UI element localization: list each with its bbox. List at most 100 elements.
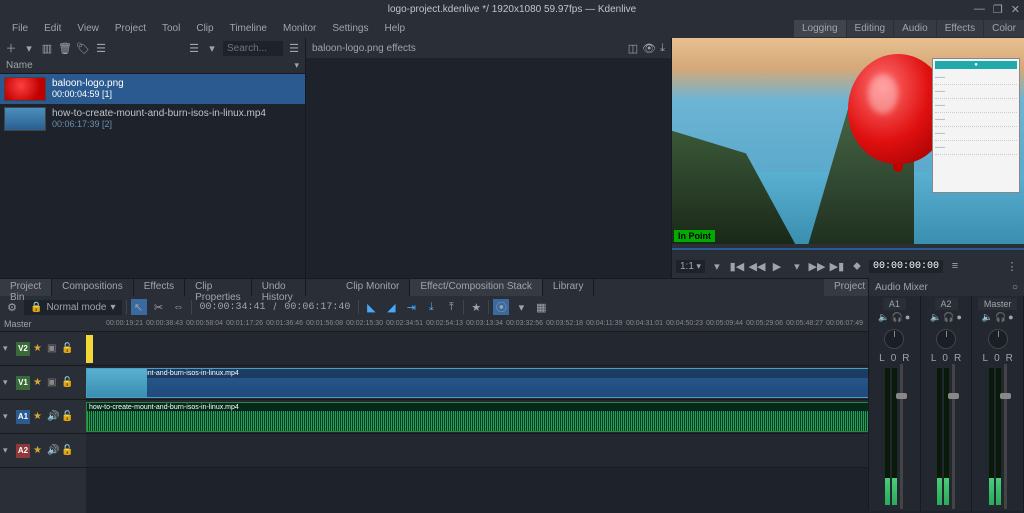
bin-item-balloon[interactable]: baloon-logo.png 00:00:04:59 [1] — [0, 74, 305, 104]
pan-knob[interactable] — [988, 329, 1008, 349]
preview-dropdown-icon[interactable]: ▾ — [513, 299, 529, 315]
track-header-a1[interactable]: ▾ A1 ★ 🔊 🔓 — [0, 400, 86, 434]
volume-fader[interactable] — [952, 364, 955, 509]
expand-icon[interactable]: ▾ — [3, 343, 13, 354]
tab-compositions[interactable]: Compositions — [52, 279, 134, 296]
tag-icon[interactable]: 🏷 — [76, 41, 90, 55]
volume-fader[interactable] — [1004, 364, 1007, 509]
show-audio-icon[interactable]: ▦ — [533, 299, 549, 315]
lock-icon[interactable]: 🔓 — [61, 445, 72, 456]
record-icon[interactable]: ● — [957, 312, 962, 323]
split-view-icon[interactable]: ◫ — [628, 42, 638, 55]
mute-icon[interactable]: 🔈 — [982, 312, 993, 323]
solo-icon[interactable]: 🎧 — [943, 312, 954, 323]
mute-icon[interactable]: ▣ — [47, 343, 58, 354]
monitor-options-icon[interactable]: ⋮ — [1004, 258, 1020, 274]
overwrite-icon[interactable]: ⇥ — [403, 299, 419, 315]
tab-effects[interactable]: Effects — [134, 279, 185, 296]
play-icon[interactable]: ▶ — [769, 258, 785, 274]
monitor-timecode[interactable]: 00:00:00:00 — [869, 260, 943, 273]
favorite-icon[interactable]: ★ — [468, 299, 484, 315]
menu-monitor[interactable]: Monitor — [275, 21, 324, 36]
razor-tool-icon[interactable]: ✂ — [151, 299, 167, 315]
star-icon[interactable]: ★ — [33, 377, 44, 388]
playhead-timecode[interactable]: 00:00:34:41 — [196, 302, 270, 313]
master-track-label[interactable]: Master — [0, 318, 86, 332]
edit-mode-select[interactable]: 🔒 Normal mode ▾ — [24, 300, 122, 315]
go-end-icon[interactable]: ▶▮ — [829, 258, 845, 274]
rewind-icon[interactable]: ◀◀ — [749, 258, 765, 274]
delete-icon[interactable]: 🗑 — [58, 41, 72, 55]
search-input[interactable] — [223, 41, 283, 56]
zoom-select[interactable]: 1:1 ▾ — [676, 260, 705, 273]
expand-icon[interactable]: ▾ — [3, 411, 13, 422]
add-dropdown-icon[interactable]: ▾ — [22, 41, 36, 55]
bin-column-header[interactable]: Name ▾ — [0, 58, 305, 74]
monitor-ruler[interactable] — [672, 244, 1024, 254]
tab-library[interactable]: Library — [543, 279, 595, 296]
visibility-icon[interactable]: 👁 — [642, 42, 656, 55]
record-icon[interactable]: ● — [1008, 312, 1013, 323]
star-icon[interactable]: ★ — [33, 445, 44, 456]
star-icon[interactable]: ★ — [33, 411, 44, 422]
go-start-icon[interactable]: ▮◀ — [729, 258, 745, 274]
star-icon[interactable]: ★ — [33, 343, 44, 354]
minimize-button[interactable]: — — [974, 3, 985, 16]
set-point-icon[interactable]: ▾ — [709, 258, 725, 274]
clip-balloon-image[interactable] — [86, 335, 93, 363]
expand-icon[interactable]: ▾ — [3, 377, 13, 388]
track-label[interactable]: V1 — [16, 376, 30, 390]
tab-undo-history[interactable]: Undo History — [252, 279, 306, 296]
folder-icon[interactable]: ▥ — [40, 41, 54, 55]
tab-clip-monitor[interactable]: Clip Monitor — [336, 279, 410, 296]
insert-icon[interactable]: ⤓ — [423, 299, 439, 315]
tab-logging[interactable]: Logging — [794, 20, 846, 37]
menu-settings[interactable]: Settings — [324, 21, 376, 36]
preview-render-icon[interactable]: ⦿ — [493, 299, 509, 315]
volume-fader[interactable] — [900, 364, 903, 509]
tab-audio[interactable]: Audio — [894, 20, 936, 37]
tab-editing[interactable]: Editing — [847, 20, 894, 37]
mute-icon[interactable]: 🔊 — [47, 445, 58, 456]
clip-video[interactable]: how-to-create-mount-and-burn-isos-in-lin… — [86, 368, 930, 398]
menu-icon[interactable]: ☰ — [287, 41, 301, 55]
menu-clip[interactable]: Clip — [188, 21, 221, 36]
track-label[interactable]: V2 — [16, 342, 30, 356]
tab-project-bin[interactable]: Project Bin — [0, 279, 52, 296]
track-header-a2[interactable]: ▾ A2 ★ 🔊 🔓 — [0, 434, 86, 468]
mute-icon[interactable]: 🔈 — [878, 312, 889, 323]
settings-icon[interactable]: ⚙ — [4, 299, 20, 315]
add-clip-button[interactable]: ＋ — [4, 41, 18, 55]
select-tool-icon[interactable]: ↖ — [131, 299, 147, 315]
menu-timeline[interactable]: Timeline — [222, 21, 275, 36]
track-label[interactable]: A1 — [16, 410, 30, 424]
pan-knob[interactable] — [884, 329, 904, 349]
effects-body[interactable] — [306, 58, 671, 278]
bin-item-video[interactable]: how-to-create-mount-and-burn-isos-in-lin… — [0, 104, 305, 134]
track-header-v2[interactable]: ▾ V2 ★ ▣ 🔓 — [0, 332, 86, 366]
monitor-preview[interactable]: ● ——— ——— In Point — [672, 38, 1024, 244]
play-dropdown-icon[interactable]: ▾ — [789, 258, 805, 274]
solo-icon[interactable]: 🎧 — [995, 312, 1006, 323]
solo-icon[interactable]: 🎧 — [892, 312, 903, 323]
mute-icon[interactable]: ▣ — [47, 377, 58, 388]
lock-icon[interactable]: 🔓 — [61, 411, 72, 422]
tab-effects[interactable]: Effects — [937, 20, 983, 37]
lock-icon[interactable]: 🔓 — [61, 343, 72, 354]
track-header-v1[interactable]: ▾ V1 ★ ▣ 🔓 — [0, 366, 86, 400]
tab-effect-stack[interactable]: Effect/Composition Stack — [410, 279, 543, 296]
expand-icon[interactable]: ▾ — [3, 445, 13, 456]
zone-out-icon[interactable]: ◢ — [383, 299, 399, 315]
marker-icon[interactable]: ⬥ — [849, 258, 865, 274]
timecode-stepper-icon[interactable]: ≡ — [947, 258, 963, 274]
clip-audio[interactable]: how-to-create-mount-and-burn-isos-in-lin… — [86, 402, 930, 432]
close-button[interactable]: ✕ — [1011, 3, 1020, 16]
track-label[interactable]: A2 — [16, 444, 30, 458]
mute-icon[interactable]: 🔈 — [930, 312, 941, 323]
tab-clip-properties[interactable]: Clip Properties — [185, 279, 252, 296]
menu-help[interactable]: Help — [377, 21, 414, 36]
menu-project[interactable]: Project — [107, 21, 154, 36]
menu-view[interactable]: View — [69, 21, 107, 36]
filter-icon[interactable]: ☰ — [94, 41, 108, 55]
save-effect-icon[interactable]: ⤓ — [660, 42, 665, 55]
